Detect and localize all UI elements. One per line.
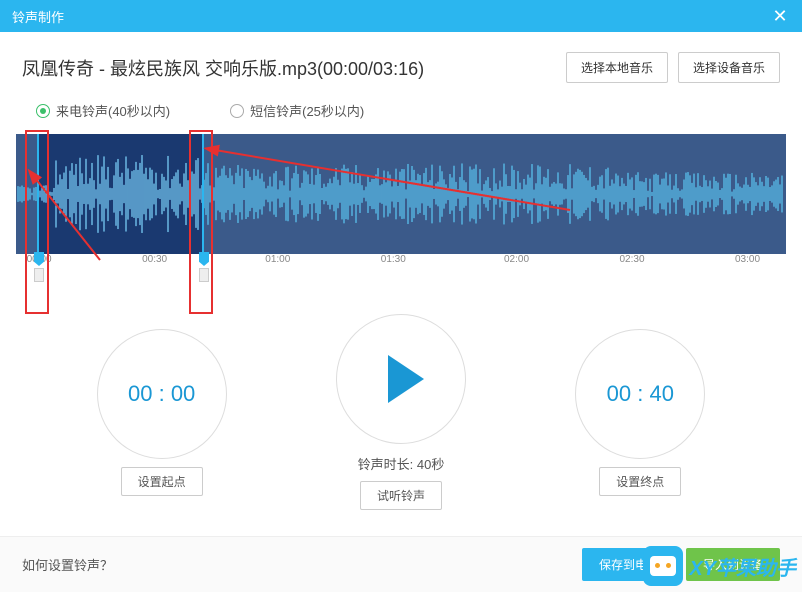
- time-tick: 00:30: [142, 254, 167, 265]
- time-tick: 03:00: [735, 254, 760, 265]
- logo-overlay: XY苹果助手: [643, 546, 796, 586]
- radio-selected-icon: [36, 104, 50, 118]
- start-time-display: 00 : 00: [97, 329, 227, 459]
- play-button[interactable]: [336, 314, 466, 444]
- time-tick: 01:00: [265, 254, 290, 265]
- close-icon[interactable]: ✕: [770, 6, 790, 27]
- waveform-graphic: [16, 134, 786, 254]
- preview-button[interactable]: 试听铃声: [360, 481, 442, 510]
- time-tick: 02:30: [619, 254, 644, 265]
- time-tick: 02:00: [504, 254, 529, 265]
- logo-icon: [643, 546, 683, 586]
- duration-label: 铃声时长: 40秒: [336, 454, 466, 473]
- time-tick: 01:30: [381, 254, 406, 265]
- window-title: 铃声制作: [12, 7, 64, 26]
- annotation-box-end: [189, 130, 213, 314]
- select-device-music-button[interactable]: 选择设备音乐: [678, 52, 780, 83]
- radio-sms-ringtone[interactable]: 短信铃声(25秒以内): [230, 101, 364, 120]
- file-title: 凤凰传奇 - 最炫民族风 交响乐版.mp3(00:00/03:16): [22, 55, 424, 81]
- radio-incoming-label: 来电铃声(40秒以内): [56, 101, 170, 120]
- logo-text: XY苹果助手: [689, 552, 796, 581]
- help-link[interactable]: 如何设置铃声？: [22, 555, 113, 574]
- waveform-editor[interactable]: 00:00 00:30 01:00 01:30 02:00 02:30 03:0…: [16, 134, 786, 274]
- timeline: 00:00 00:30 01:00 01:30 02:00 02:30 03:0…: [16, 254, 786, 274]
- radio-unselected-icon: [230, 104, 244, 118]
- set-end-button[interactable]: 设置终点: [599, 467, 681, 496]
- select-local-music-button[interactable]: 选择本地音乐: [566, 52, 668, 83]
- annotation-box-start: [25, 130, 49, 314]
- set-start-button[interactable]: 设置起点: [121, 467, 203, 496]
- radio-sms-label: 短信铃声(25秒以内): [250, 101, 364, 120]
- radio-incoming-ringtone[interactable]: 来电铃声(40秒以内): [36, 101, 170, 120]
- play-icon: [388, 355, 424, 403]
- end-time-display: 00 : 40: [575, 329, 705, 459]
